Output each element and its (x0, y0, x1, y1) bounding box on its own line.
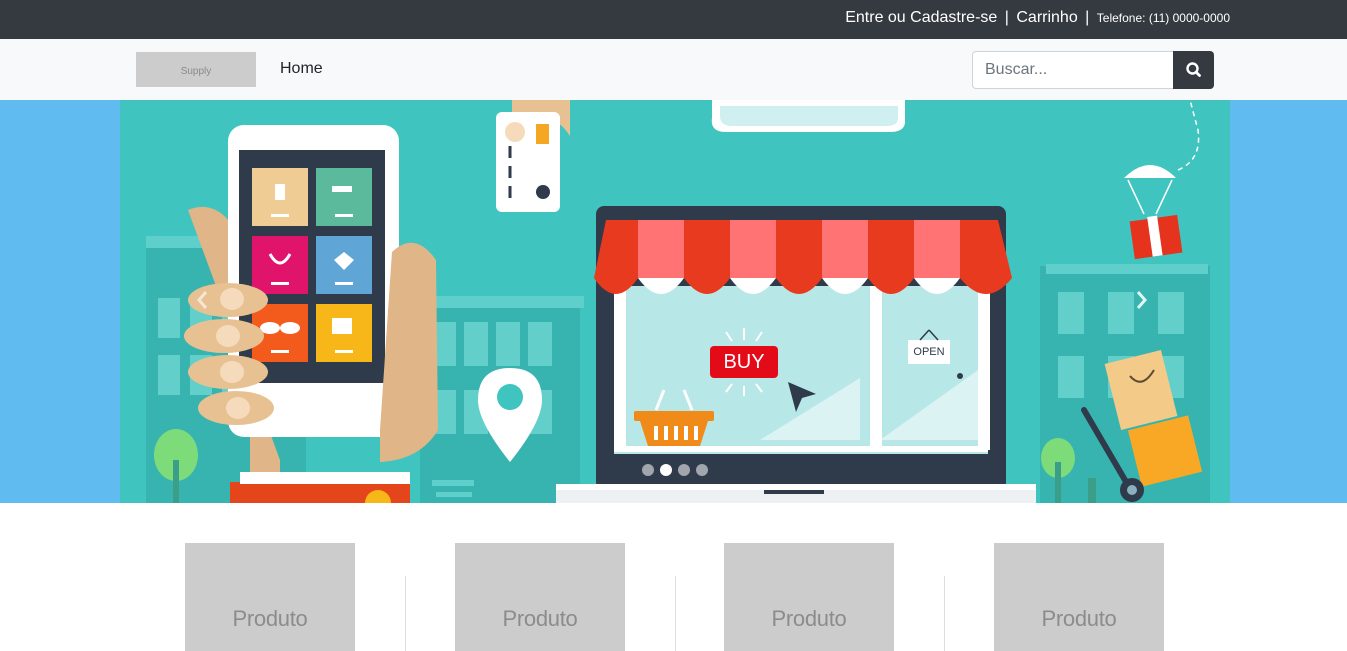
top-bar-links: Entre ou Cadastre-se | Carrinho | Telefo… (845, 9, 1230, 27)
carousel-next-button[interactable] (1126, 285, 1156, 315)
search-icon (1186, 62, 1201, 77)
login-register-link[interactable]: Entre ou Cadastre-se (845, 9, 997, 26)
product-label: Produto (771, 606, 847, 631)
divider (944, 576, 945, 651)
carousel-indicator-4[interactable] (696, 464, 708, 476)
phone-text: Telefone: (11) 0000-0000 (1096, 11, 1230, 25)
cart-link[interactable]: Carrinho (1016, 9, 1077, 26)
carousel-indicator-1[interactable] (642, 464, 654, 476)
search-input[interactable] (972, 51, 1174, 89)
open-sign-text: OPEN (913, 346, 945, 358)
separator: | (1004, 9, 1009, 26)
carousel-prev-button[interactable] (188, 285, 218, 315)
navbar: Supply Home (0, 39, 1347, 100)
separator: | (1085, 9, 1090, 26)
chevron-left-icon (197, 291, 208, 309)
chevron-right-icon (1136, 291, 1147, 309)
divider (405, 576, 406, 651)
product-label: Produto (502, 606, 578, 631)
search-form (972, 51, 1214, 89)
search-button[interactable] (1173, 51, 1214, 89)
product-card[interactable]: Produto (185, 543, 355, 651)
top-bar: Entre ou Cadastre-se | Carrinho | Telefo… (0, 0, 1347, 39)
carousel: BUY OPEN (120, 100, 1230, 503)
product-card[interactable]: Produto (994, 543, 1164, 651)
nav-home-link[interactable]: Home (280, 60, 323, 78)
product-card[interactable]: Produto (724, 543, 894, 651)
ecommerce-banner-illustration (146, 100, 1210, 503)
product-label: Produto (232, 606, 308, 631)
divider (675, 576, 676, 651)
logo[interactable]: Supply (136, 52, 256, 87)
hero-section: BUY OPEN (0, 100, 1347, 503)
product-card[interactable]: Produto (455, 543, 625, 651)
carousel-indicator-2[interactable] (660, 464, 672, 476)
product-label: Produto (1041, 606, 1117, 631)
carousel-indicator-3[interactable] (678, 464, 690, 476)
buy-sign-text: BUY (723, 351, 765, 373)
